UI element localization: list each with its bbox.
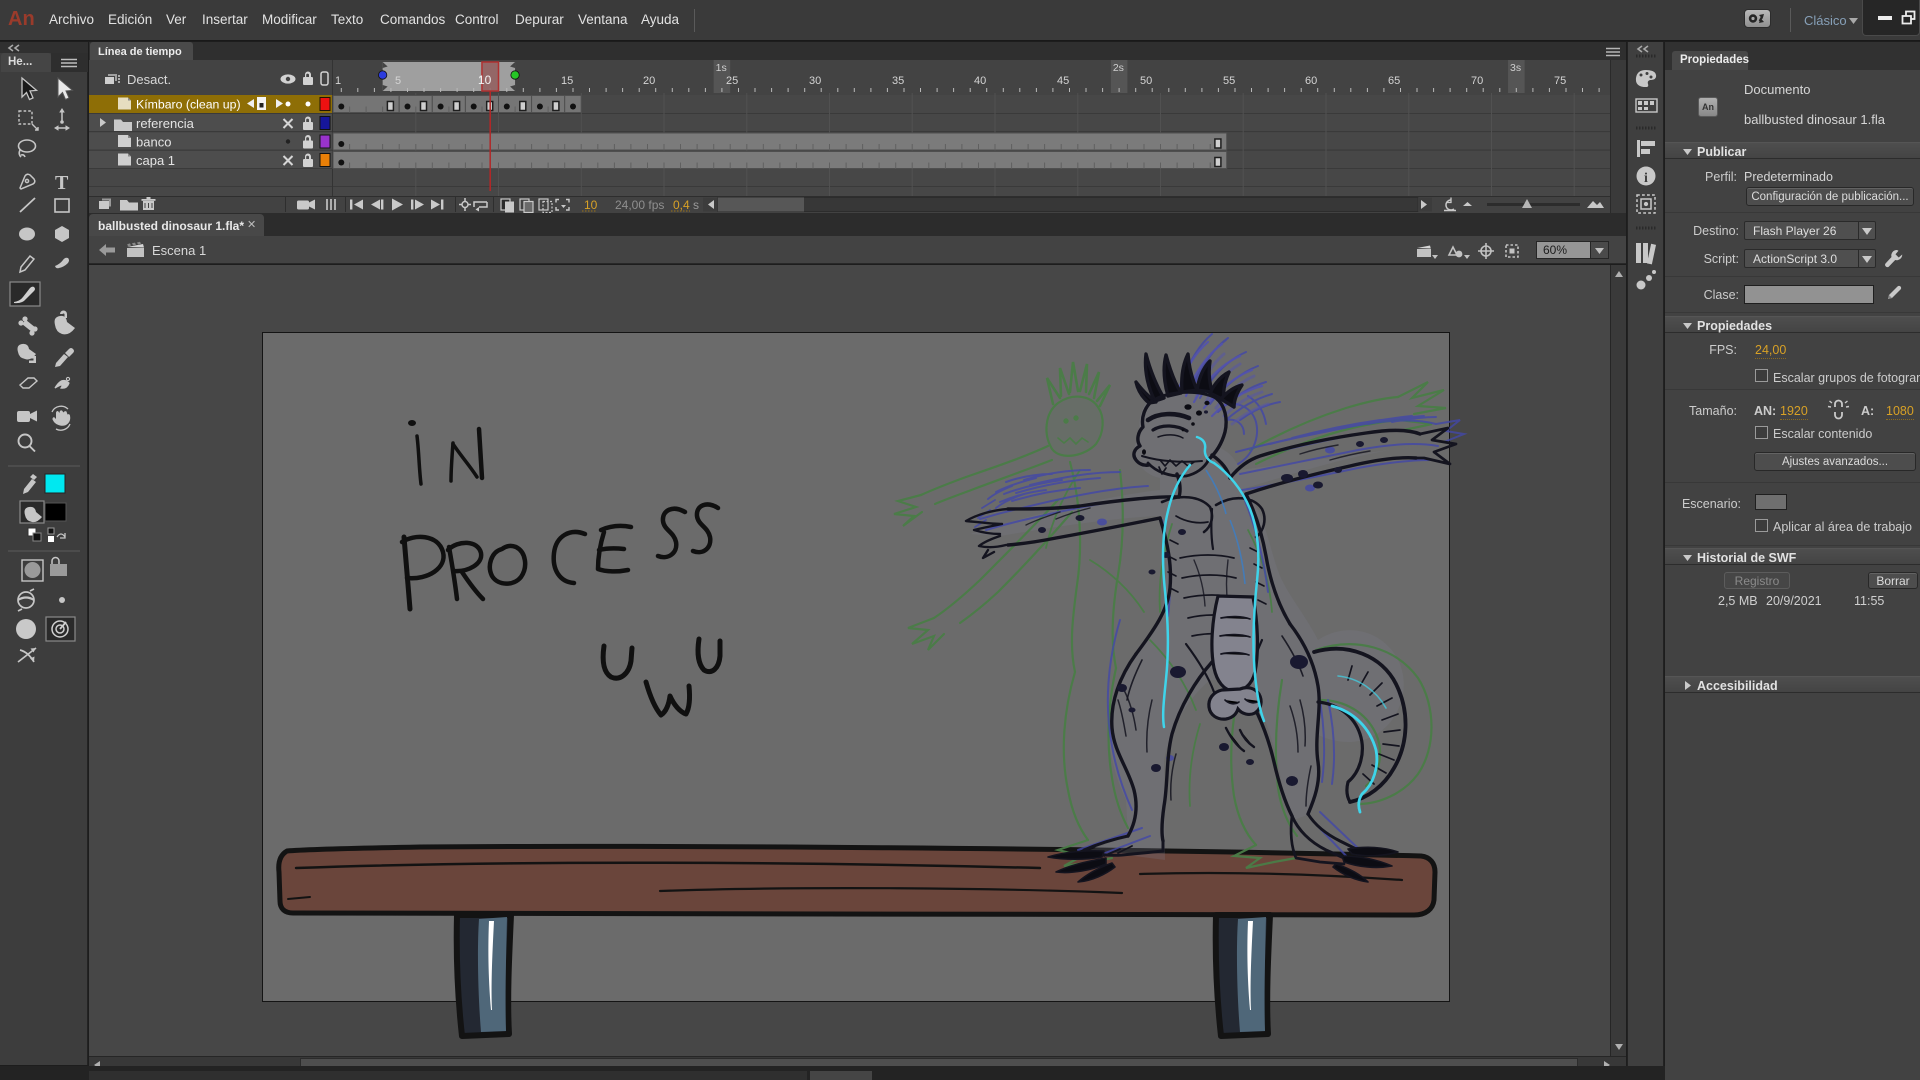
svg-text:T: T bbox=[55, 172, 69, 194]
svg-text:30: 30 bbox=[809, 75, 821, 87]
svg-text:10: 10 bbox=[584, 198, 598, 212]
svg-text:s: s bbox=[693, 198, 699, 212]
svg-text:24,00 fps: 24,00 fps bbox=[615, 198, 664, 212]
svg-text:1s: 1s bbox=[716, 62, 727, 74]
svg-text:40: 40 bbox=[974, 75, 986, 87]
svg-text:1: 1 bbox=[335, 75, 341, 87]
svg-text:45: 45 bbox=[1057, 75, 1069, 87]
svg-text:55: 55 bbox=[1223, 75, 1235, 87]
svg-text:65: 65 bbox=[1388, 75, 1400, 87]
svg-text:60: 60 bbox=[1305, 75, 1317, 87]
svg-text:capa 1: capa 1 bbox=[136, 153, 175, 168]
svg-text:75: 75 bbox=[1554, 75, 1566, 87]
svg-text:0,4: 0,4 bbox=[673, 198, 690, 212]
svg-text:Kímbaro (clean up): Kímbaro (clean up) bbox=[136, 98, 241, 112]
svg-text:3s: 3s bbox=[1510, 62, 1521, 74]
svg-text:referencia: referencia bbox=[136, 116, 195, 131]
svg-text:2s: 2s bbox=[1113, 62, 1124, 74]
svg-text:banco: banco bbox=[136, 135, 171, 150]
svg-text:10: 10 bbox=[478, 73, 492, 87]
svg-text:70: 70 bbox=[1471, 75, 1483, 87]
svg-text:i: i bbox=[1644, 171, 1648, 186]
svg-text:Desact.: Desact. bbox=[127, 72, 171, 87]
svg-text:20: 20 bbox=[643, 75, 655, 87]
svg-text:15: 15 bbox=[561, 75, 573, 87]
svg-text:50: 50 bbox=[1140, 75, 1152, 87]
svg-text:25: 25 bbox=[726, 75, 738, 87]
svg-text:35: 35 bbox=[892, 75, 904, 87]
svg-text:5: 5 bbox=[395, 75, 401, 87]
